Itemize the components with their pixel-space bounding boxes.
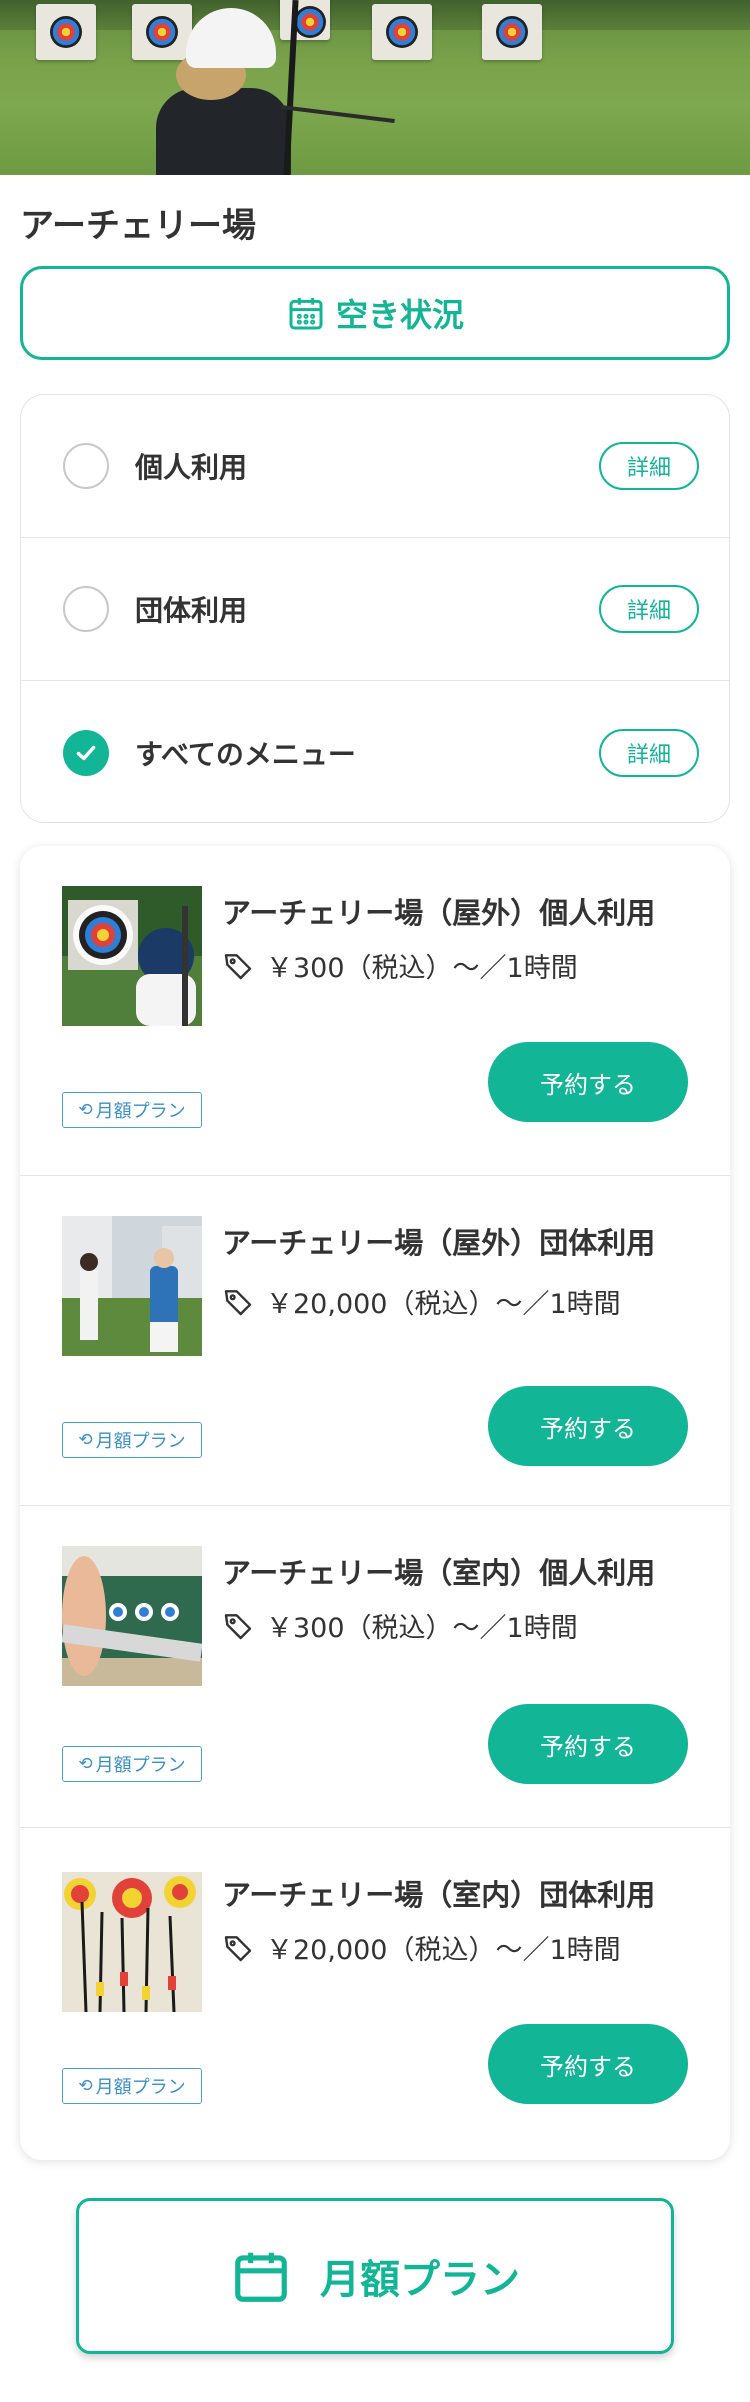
menu-title: アーチェリー場（室内）個人利用 — [222, 1556, 656, 1590]
monthly-plan-tag: ⟲ 月額プラン — [62, 2068, 202, 2104]
tag-icon — [224, 1289, 252, 1315]
radio-button[interactable] — [63, 443, 109, 489]
radio-button-checked[interactable] — [63, 729, 109, 776]
calendar-icon — [289, 298, 323, 330]
menu-list: アーチェリー場（屋外）個人利用 ￥300（税込）〜／1時間 予約する ⟲ 月額プ… — [20, 846, 730, 2160]
price-text: ￥20,000（税込）〜／1時間 — [266, 1289, 621, 1320]
menu-price: ￥300（税込）〜／1時間 — [222, 946, 578, 985]
vacancy-button-label: 空き状況 — [335, 296, 464, 334]
menu-title: アーチェリー場（室内）団体利用 — [222, 1878, 656, 1912]
detail-button[interactable]: 詳細 — [599, 442, 699, 490]
plan-tag-label: 月額プラン — [95, 1431, 186, 1452]
menu-item: アーチェリー場（室内）個人利用 ￥300（税込）〜／1時間 予約する ⟲ 月額プ… — [20, 1506, 730, 1828]
filter-row-all[interactable]: すべてのメニュー 詳細 — [21, 681, 729, 822]
monthly-plan-label: 月額プラン — [320, 2257, 520, 2303]
menu-thumbnail — [62, 1546, 202, 1686]
repeat-icon: ⟲ — [78, 1754, 93, 1774]
price-text: ￥300（税込）〜／1時間 — [266, 1613, 578, 1644]
menu-thumbnail — [62, 1872, 202, 2012]
menu-title: アーチェリー場（屋外）個人利用 — [222, 896, 656, 930]
filter-row-group[interactable]: 団体利用 詳細 — [21, 538, 729, 681]
book-button[interactable]: 予約する — [488, 1386, 688, 1466]
plan-tag-label: 月額プラン — [95, 2077, 186, 2098]
menu-thumbnail — [62, 1216, 202, 1356]
menu-price: ￥20,000（税込）〜／1時間 — [222, 1928, 621, 1967]
book-button[interactable]: 予約する — [488, 1704, 688, 1784]
detail-button[interactable]: 詳細 — [599, 728, 699, 777]
menu-item: アーチェリー場（室内）団体利用 ￥20,000（税込）〜／1時間 予約する ⟲ … — [20, 1828, 730, 2160]
hero-image — [0, 0, 750, 175]
tag-icon — [224, 1613, 252, 1639]
book-button[interactable]: 予約する — [488, 2024, 688, 2104]
book-button[interactable]: 予約する — [488, 1042, 688, 1122]
vacancy-button[interactable]: 空き状況 — [20, 266, 730, 360]
menu-title: アーチェリー場（屋外）団体利用 — [222, 1226, 656, 1260]
plan-tag-label: 月額プラン — [95, 1755, 186, 1776]
detail-button[interactable]: 詳細 — [599, 585, 699, 633]
menu-thumbnail — [62, 886, 202, 1026]
repeat-icon: ⟲ — [78, 1430, 93, 1450]
monthly-plan-button[interactable]: 月額プラン — [76, 2198, 674, 2354]
page-title: アーチェリー場 — [20, 206, 256, 246]
monthly-plan-tag: ⟲ 月額プラン — [62, 1092, 202, 1128]
repeat-icon: ⟲ — [78, 2076, 93, 2096]
price-text: ￥20,000（税込）〜／1時間 — [266, 1935, 621, 1966]
radio-button[interactable] — [63, 586, 109, 632]
tag-icon — [224, 953, 252, 979]
filter-card: 個人利用 詳細 団体利用 詳細 すべてのメニュー 詳細 — [20, 394, 730, 823]
checkmark-icon — [76, 745, 96, 760]
tag-icon — [224, 1935, 252, 1961]
menu-item: アーチェリー場（屋外）団体利用 ￥20,000（税込）〜／1時間 予約する ⟲ … — [20, 1176, 730, 1506]
menu-item: アーチェリー場（屋外）個人利用 ￥300（税込）〜／1時間 予約する ⟲ 月額プ… — [20, 846, 730, 1176]
menu-price: ￥300（税込）〜／1時間 — [222, 1606, 578, 1645]
repeat-icon: ⟲ — [78, 1100, 93, 1120]
monthly-plan-tag: ⟲ 月額プラン — [62, 1746, 202, 1782]
calendar-icon — [235, 2252, 287, 2302]
filter-label: 個人利用 — [135, 451, 248, 484]
filter-label: すべてのメニュー — [135, 737, 356, 771]
filter-row-individual[interactable]: 個人利用 詳細 — [21, 395, 729, 538]
price-text: ￥300（税込）〜／1時間 — [266, 953, 578, 984]
filter-label: 団体利用 — [135, 594, 248, 627]
monthly-plan-tag: ⟲ 月額プラン — [62, 1422, 202, 1458]
plan-tag-label: 月額プラン — [95, 1101, 186, 1122]
menu-price: ￥20,000（税込）〜／1時間 — [222, 1282, 621, 1321]
